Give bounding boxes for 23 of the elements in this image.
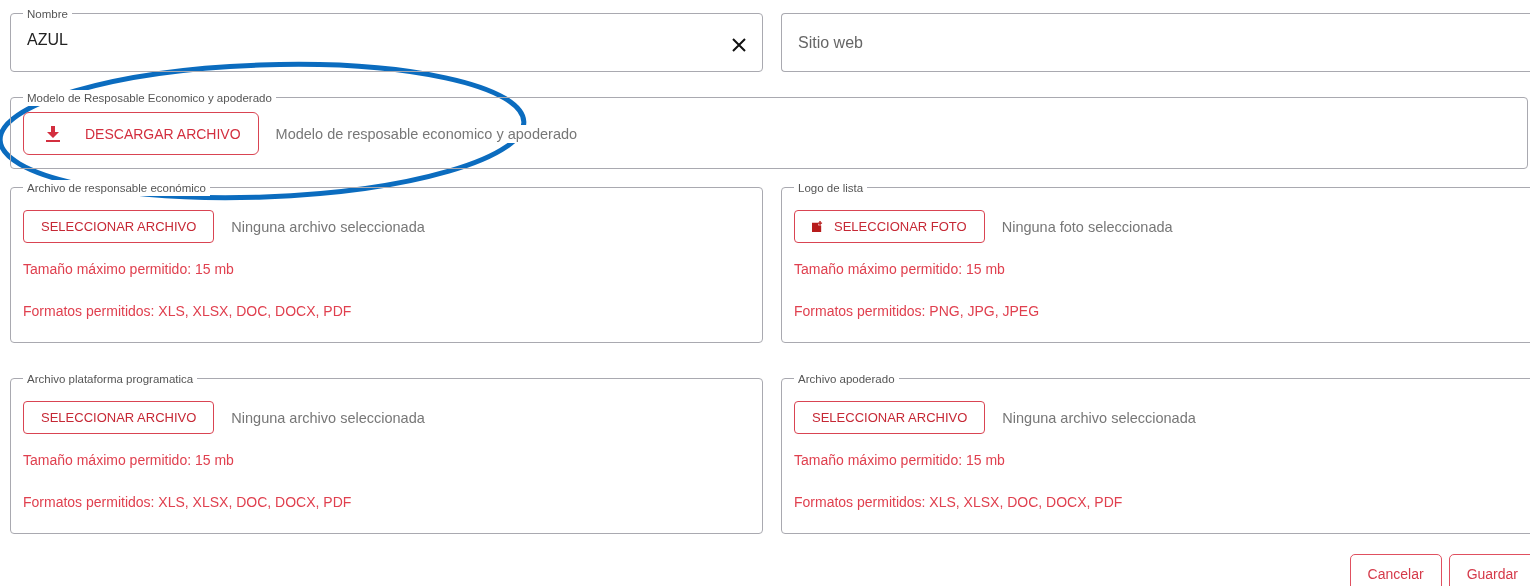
- input-field[interactable]: AZUL: [27, 30, 724, 49]
- format-note: Formatos permitidos: XLS, XLSX, DOC, DOCX, PDF: [794, 494, 1124, 510]
- input-field[interactable]: Sitio web: [798, 33, 1525, 52]
- size-note: Tamaño máximo permitido: 15 mb: [23, 452, 235, 468]
- size-note: Tamaño máximo permitido: 15 mb: [794, 261, 1006, 277]
- action-button[interactable]: Guardar: [1448, 554, 1530, 586]
- select-file-button[interactable]: SELECCIONAR ARCHIVO: [794, 401, 986, 434]
- size-note: Tamaño máximo permitido: 15 mb: [794, 452, 1006, 468]
- close-icon[interactable]: [732, 37, 746, 52]
- format-note: Formatos permitidos: XLS, XLSX, DOC, DOCX, PDF: [23, 303, 353, 319]
- text-field[interactable]: Sitio web: [781, 13, 1530, 72]
- select-file-button[interactable]: SELECCIONAR FOTO: [794, 210, 985, 243]
- select-file-button[interactable]: SELECCIONAR ARCHIVO: [23, 401, 215, 434]
- select-file-button[interactable]: SELECCIONAR ARCHIVO: [23, 210, 215, 243]
- format-note: Formatos permitidos: XLS, XLSX, DOC, DOCX, PDF: [23, 494, 353, 510]
- action-button[interactable]: Cancelar: [1349, 554, 1442, 586]
- download-button[interactable]: DESCARGAR ARCHIVO: [23, 112, 259, 155]
- format-note: Formatos permitidos: PNG, JPG, JPEG: [794, 303, 1041, 319]
- panel-legend: Archivo de responsable económico: [23, 180, 210, 196]
- panel-legend: Modelo de Resposable Economico y apoderado: [23, 90, 276, 106]
- size-note: Tamaño máximo permitido: 15 mb: [23, 261, 235, 277]
- download-icon: [46, 125, 60, 142]
- image-icon: [812, 221, 823, 232]
